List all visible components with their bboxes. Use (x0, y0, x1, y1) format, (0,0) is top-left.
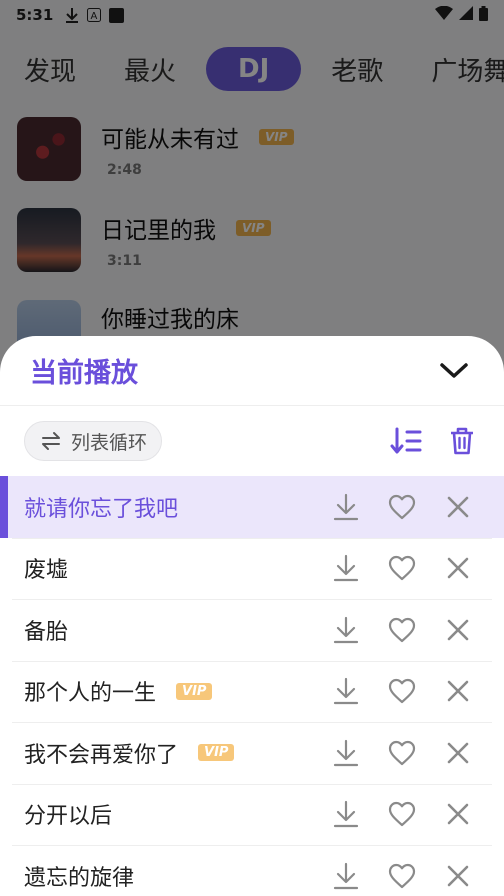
collapse-button[interactable] (434, 351, 474, 391)
sheet-title: 当前播放 (30, 358, 138, 389)
download-button[interactable] (318, 669, 374, 713)
close-icon (447, 803, 469, 825)
download-icon (333, 801, 359, 828)
clear-playlist-button[interactable] (444, 423, 480, 459)
download-button[interactable] (318, 546, 374, 590)
download-icon (333, 493, 359, 520)
sort-icon (390, 427, 422, 454)
playlist-item[interactable]: 就请你忘了我吧 (0, 476, 504, 538)
chevron-down-icon (440, 362, 468, 378)
vip-badge: VIP (198, 744, 235, 762)
download-icon (333, 555, 359, 582)
playlist-item-title: 那个人的一生 (24, 681, 157, 707)
download-icon (333, 616, 359, 643)
playlist-item-title: 就请你忘了我吧 (24, 496, 179, 522)
download-button[interactable] (318, 608, 374, 652)
playlist-item-title: 我不会再爱你了 (24, 742, 179, 768)
heart-icon (388, 740, 416, 765)
download-button[interactable] (318, 854, 374, 896)
close-icon (447, 742, 469, 764)
heart-icon (388, 863, 416, 888)
download-button[interactable] (318, 485, 374, 529)
close-icon (447, 557, 469, 579)
playlist-item[interactable]: 分开以后 (0, 783, 504, 846)
remove-button[interactable] (430, 854, 486, 896)
remove-button[interactable] (430, 608, 486, 652)
heart-icon (388, 679, 416, 704)
playlist: 就请你忘了我吧 废墟 备胎 那个人的一生 VIP 我不会再爱你了 VIP 分开以… (0, 476, 504, 896)
download-button[interactable] (318, 792, 374, 836)
remove-button[interactable] (430, 546, 486, 590)
trash-icon (451, 427, 473, 455)
close-icon (447, 496, 469, 518)
heart-icon (388, 617, 416, 642)
favorite-button[interactable] (374, 792, 430, 836)
favorite-button[interactable] (374, 669, 430, 713)
heart-icon (388, 494, 416, 519)
playlist-item-title: 废墟 (24, 558, 69, 584)
close-icon (447, 619, 469, 641)
remove-button[interactable] (430, 792, 486, 836)
playlist-item[interactable]: 我不会再爱你了 VIP (0, 722, 504, 784)
remove-button[interactable] (430, 485, 486, 529)
playlist-toolbar: 列表循环 (0, 406, 504, 476)
playlist-item-title: 遗忘的旋律 (24, 865, 135, 891)
download-icon (333, 678, 359, 705)
playlist-item-title: 备胎 (24, 619, 69, 645)
playlist-item[interactable]: 废墟 (0, 537, 504, 600)
vip-badge: VIP (176, 682, 213, 700)
download-button[interactable] (318, 731, 374, 775)
sheet-header: 当前播放 (0, 336, 504, 406)
remove-button[interactable] (430, 669, 486, 713)
sort-button[interactable] (388, 423, 424, 459)
playlist-item[interactable]: 遗忘的旋律 (0, 845, 504, 896)
play-mode-button[interactable]: 列表循环 (24, 421, 163, 461)
close-icon (447, 680, 469, 702)
favorite-button[interactable] (374, 731, 430, 775)
playlist-item[interactable]: 那个人的一生 VIP (0, 660, 504, 723)
playlist-item-title: 分开以后 (24, 804, 113, 830)
playlist-item[interactable]: 备胎 (0, 599, 504, 661)
remove-button[interactable] (430, 731, 486, 775)
download-icon (333, 862, 359, 889)
favorite-button[interactable] (374, 546, 430, 590)
favorite-button[interactable] (374, 854, 430, 896)
download-icon (333, 739, 359, 766)
favorite-button[interactable] (374, 485, 430, 529)
repeat-icon (42, 432, 60, 450)
heart-icon (388, 556, 416, 581)
close-icon (447, 865, 469, 887)
play-mode-label: 列表循环 (71, 431, 148, 454)
heart-icon (388, 802, 416, 827)
favorite-button[interactable] (374, 608, 430, 652)
now-playing-sheet: 当前播放 列表循环 就请你忘了我吧 废墟 备胎 那个人的一生 VIP 我不会再爱… (0, 336, 504, 896)
